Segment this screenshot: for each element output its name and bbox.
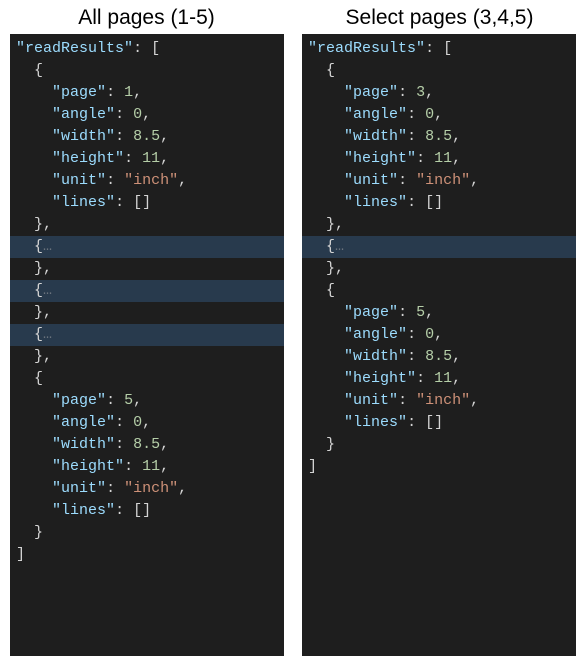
- code-line: },: [10, 302, 284, 324]
- code-line: "height": 11,: [302, 368, 576, 390]
- code-line: },: [10, 346, 284, 368]
- code-panel-left[interactable]: "readResults": [ { "page": 1, "angle": 0…: [10, 34, 284, 656]
- code-line: "readResults": [: [10, 38, 284, 60]
- code-line: "angle": 0,: [302, 104, 576, 126]
- code-line: }: [10, 522, 284, 544]
- code-line: "height": 11,: [10, 148, 284, 170]
- folded-block[interactable]: {…: [10, 324, 284, 346]
- code-line: "page": 5,: [302, 302, 576, 324]
- code-line: }: [302, 434, 576, 456]
- title-left: All pages (1-5): [0, 0, 293, 34]
- code-line: "height": 11,: [10, 456, 284, 478]
- code-line: ]: [302, 456, 576, 478]
- code-line: "lines": []: [10, 500, 284, 522]
- code-line: "readResults": [: [302, 38, 576, 60]
- code-line: {: [302, 280, 576, 302]
- code-line: {: [10, 368, 284, 390]
- code-line: {: [10, 60, 284, 82]
- code-line: },: [302, 258, 576, 280]
- code-line: {: [302, 60, 576, 82]
- code-line: "lines": []: [302, 192, 576, 214]
- code-line: "unit": "inch",: [10, 478, 284, 500]
- code-line: "unit": "inch",: [302, 390, 576, 412]
- code-line: "page": 1,: [10, 82, 284, 104]
- code-line: "angle": 0,: [302, 324, 576, 346]
- code-line: "width": 8.5,: [10, 434, 284, 456]
- code-line: "page": 3,: [302, 82, 576, 104]
- code-line: "unit": "inch",: [302, 170, 576, 192]
- folded-block[interactable]: {…: [10, 280, 284, 302]
- code-panel-right[interactable]: "readResults": [ { "page": 3, "angle": 0…: [302, 34, 576, 656]
- code-line: },: [10, 214, 284, 236]
- code-line: "lines": []: [302, 412, 576, 434]
- folded-block[interactable]: {…: [10, 236, 284, 258]
- code-line: "unit": "inch",: [10, 170, 284, 192]
- titles-row: All pages (1-5) Select pages (3,4,5): [0, 0, 586, 34]
- code-line: "width": 8.5,: [302, 126, 576, 148]
- code-line: "lines": []: [10, 192, 284, 214]
- code-line: },: [302, 214, 576, 236]
- code-line: "height": 11,: [302, 148, 576, 170]
- panels-row: "readResults": [ { "page": 1, "angle": 0…: [0, 34, 586, 670]
- code-line: "width": 8.5,: [302, 346, 576, 368]
- code-line: },: [10, 258, 284, 280]
- code-line: "angle": 0,: [10, 104, 284, 126]
- code-line: ]: [10, 544, 284, 566]
- code-line: "angle": 0,: [10, 412, 284, 434]
- folded-block[interactable]: {…: [302, 236, 576, 258]
- code-line: "width": 8.5,: [10, 126, 284, 148]
- title-right: Select pages (3,4,5): [293, 0, 586, 34]
- code-line: "page": 5,: [10, 390, 284, 412]
